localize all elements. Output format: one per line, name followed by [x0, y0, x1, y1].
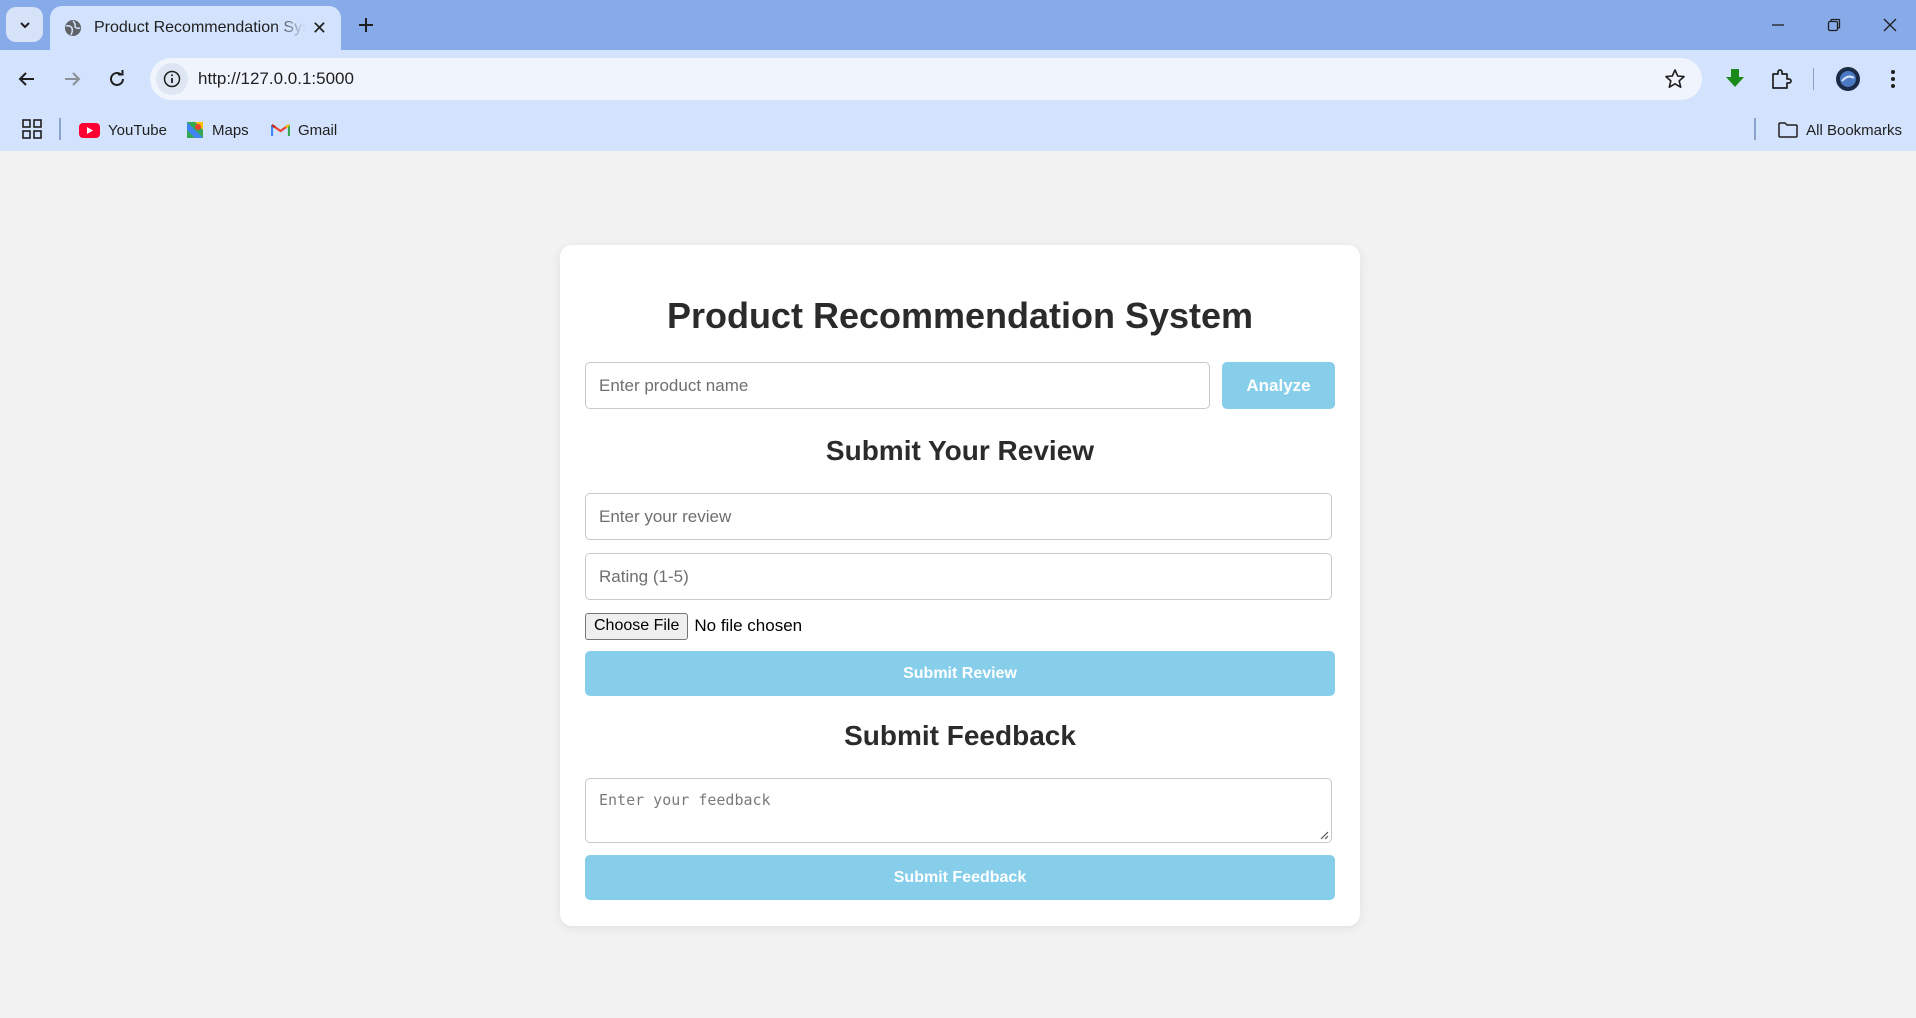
address-bar[interactable]: http://127.0.0.1:5000 [150, 58, 1702, 100]
profile-button[interactable] [1833, 64, 1863, 94]
reload-icon [110, 70, 124, 86]
info-icon [163, 70, 181, 88]
submit-feedback-button[interactable]: Submit Feedback [585, 855, 1335, 900]
feedback-section-heading: Submit Feedback [844, 720, 1076, 751]
youtube-icon [79, 122, 100, 138]
all-bookmarks-label: All Bookmarks [1806, 121, 1902, 139]
close-tab-icon[interactable]: ✕ [312, 19, 327, 37]
submit-review-button[interactable]: Submit Review [585, 651, 1335, 696]
browser-toolbar: http://127.0.0.1:5000 [0, 50, 1916, 108]
plus-icon [359, 18, 373, 32]
file-upload: Choose File No file chosen [585, 612, 802, 640]
maps-icon [187, 122, 203, 138]
puzzle-icon [1772, 69, 1792, 89]
close-icon [1883, 18, 1897, 32]
main-card: Product Recommendation System Enter prod… [560, 245, 1360, 926]
url-text: http://127.0.0.1:5000 [198, 69, 354, 88]
restore-icon [1827, 18, 1841, 32]
extensions-button[interactable] [1766, 64, 1796, 94]
browser-titlebar: Product Recommendation System ✕ [0, 0, 1916, 50]
bookmark-label: YouTube [108, 121, 167, 139]
tab-title: Product Recommendation System [94, 19, 306, 36]
bookmark-label: Gmail [298, 121, 338, 139]
bookmarks-bar: YouTube Maps Gmail All Bookmarks [0, 108, 1916, 151]
bookmark-youtube[interactable]: YouTube [79, 117, 167, 143]
page-title: Product Recommendation System [666, 295, 1254, 336]
feedback-textarea[interactable]: Enter your feedback [585, 778, 1332, 843]
avatar [1836, 67, 1860, 91]
product-name-input[interactable]: Enter product name [585, 362, 1210, 409]
back-button[interactable] [10, 62, 44, 96]
file-status: No file chosen [694, 616, 803, 635]
rating-input[interactable]: Rating (1-5) [585, 553, 1332, 600]
gmail-icon [271, 124, 290, 136]
close-window-button[interactable] [1862, 0, 1916, 50]
forward-button[interactable] [55, 62, 89, 96]
reload-button[interactable] [100, 62, 134, 96]
restore-button[interactable] [1806, 0, 1862, 50]
apps-grid-icon[interactable] [22, 119, 42, 139]
bookmark-star-icon[interactable] [1664, 68, 1686, 90]
download-button[interactable] [1720, 64, 1750, 94]
review-input[interactable]: Enter your review [585, 493, 1332, 540]
folder-icon [1778, 122, 1798, 138]
tab-search-button[interactable] [6, 7, 43, 42]
new-tab-button[interactable] [350, 10, 382, 40]
site-info-button[interactable] [156, 63, 188, 95]
minimize-button[interactable] [1750, 0, 1806, 50]
chevron-down-icon [19, 21, 30, 28]
arrow-right-icon [65, 72, 81, 86]
minimize-icon [1772, 24, 1784, 26]
download-icon [1726, 69, 1744, 87]
bookmark-label: Maps [212, 121, 249, 139]
feedback-placeholder: Enter your feedback [599, 791, 771, 809]
all-bookmarks-button[interactable]: All Bookmarks [1778, 117, 1902, 143]
resize-handle-icon[interactable] [1319, 830, 1329, 840]
globe-icon [65, 20, 81, 36]
choose-file-button[interactable]: Choose File [585, 612, 689, 640]
menu-button[interactable] [1878, 64, 1908, 94]
bookmark-gmail[interactable]: Gmail [271, 117, 337, 143]
bookmark-maps[interactable]: Maps [186, 117, 249, 143]
review-section-heading: Submit Your Review [825, 435, 1095, 466]
analyze-button[interactable]: Analyze [1222, 362, 1335, 409]
arrow-left-icon [18, 72, 34, 86]
browser-tab[interactable]: Product Recommendation System ✕ [50, 6, 341, 50]
more-vert-icon [1891, 70, 1895, 88]
